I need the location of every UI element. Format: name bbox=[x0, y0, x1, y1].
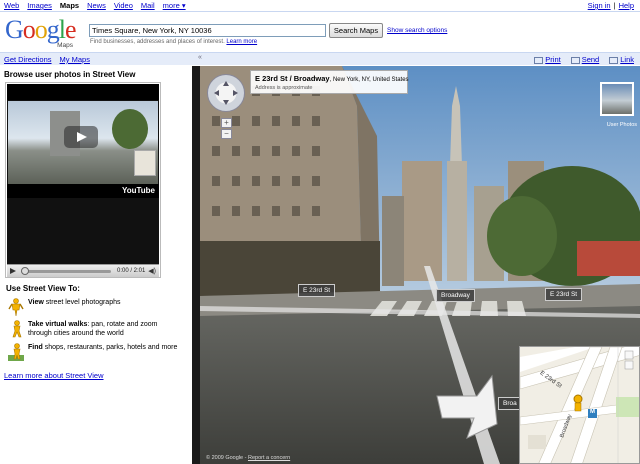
video-player: YouTube 0:00 / 2:01 ◀) bbox=[5, 82, 161, 278]
feature-view-bold: View bbox=[28, 299, 44, 306]
use-street-view-heading: Use Street View To: bbox=[6, 284, 80, 293]
subway-icon: M bbox=[590, 409, 595, 415]
link-link[interactable]: Link bbox=[620, 55, 634, 64]
zoom-out-button[interactable]: − bbox=[221, 129, 232, 139]
volume-icon[interactable]: ◀) bbox=[148, 267, 156, 275]
google-logo-word: Google bbox=[5, 15, 77, 44]
search-maps-button[interactable]: Search Maps bbox=[329, 23, 383, 38]
video-logo-bar: YouTube bbox=[7, 184, 159, 198]
feature-find-bold: Find bbox=[28, 344, 43, 351]
feature-view-text: street level photographs bbox=[43, 299, 121, 306]
nav-web-link[interactable]: Web bbox=[4, 1, 19, 10]
address-note: Address is approximate bbox=[255, 85, 313, 91]
google-maps-logo[interactable]: Google Maps bbox=[5, 17, 83, 51]
print-link[interactable]: Print bbox=[545, 55, 560, 64]
street-label-broadway[interactable]: Broadway bbox=[436, 289, 475, 302]
street-label-e23rd-right[interactable]: E 23rd St bbox=[545, 288, 583, 301]
feature-find-text: shops, restaurants, parks, hotels and mo… bbox=[42, 344, 178, 351]
nav-video-link[interactable]: Video bbox=[114, 1, 133, 10]
send-link[interactable]: Send bbox=[582, 55, 600, 64]
minimap-graphic bbox=[520, 347, 639, 463]
pegman-find-icon bbox=[8, 343, 24, 361]
report-concern-link[interactable]: Report a concern bbox=[248, 455, 290, 461]
maps-toolbar: Get Directions My Maps Print Send Link bbox=[0, 52, 640, 65]
play-overlay-icon[interactable] bbox=[64, 126, 98, 148]
pan-control-ring[interactable] bbox=[207, 74, 245, 112]
service-links: Web Images Maps News Video Mail more ▾ bbox=[4, 1, 186, 10]
video-scrubber-handle[interactable] bbox=[21, 267, 29, 275]
header: Google Maps Search Maps Show search opti… bbox=[0, 12, 640, 52]
street-view-panorama[interactable]: + − E 23rd St / Broadway, New York, NY, … bbox=[192, 66, 640, 464]
video-screen[interactable]: YouTube bbox=[7, 84, 159, 264]
pegman-walk-icon bbox=[12, 320, 22, 338]
nav-more-menu[interactable]: more ▾ bbox=[163, 1, 186, 10]
send-icon bbox=[570, 56, 580, 64]
search-input[interactable] bbox=[89, 24, 326, 37]
address-city: , New York, NY, United States bbox=[329, 77, 409, 83]
user-photos-thumbnail[interactable] bbox=[600, 82, 634, 116]
video-tree bbox=[112, 109, 148, 149]
video-progress-track[interactable] bbox=[21, 270, 111, 273]
help-link[interactable]: Help bbox=[619, 1, 634, 10]
sidebar-title: Browse user photos in Street View bbox=[4, 70, 136, 79]
address-main: E 23rd St / Broadway bbox=[255, 74, 330, 83]
nav-images-link[interactable]: Images bbox=[27, 1, 52, 10]
nav-mail-link[interactable]: Mail bbox=[141, 1, 155, 10]
top-nav-bar: Web Images Maps News Video Mail more ▾ S… bbox=[0, 0, 640, 12]
feature-walk-bold: Take virtual walks bbox=[28, 321, 88, 328]
search-hint-text: Find businesses, addresses and places of… bbox=[90, 39, 225, 45]
video-controls: 0:00 / 2:01 ◀) bbox=[7, 264, 159, 277]
sidebar: Browse user photos in Street View YouTub… bbox=[0, 66, 192, 464]
sign-in-link[interactable]: Sign in bbox=[588, 1, 611, 10]
learn-more-street-view-link[interactable]: Learn more about Street View bbox=[4, 371, 104, 380]
user-photos-label: User Photos bbox=[606, 122, 637, 128]
learn-more-link[interactable]: Learn more bbox=[226, 39, 257, 45]
my-maps-link[interactable]: My Maps bbox=[60, 55, 90, 64]
address-line: E 23rd St / Broadway, New York, NY, Unit… bbox=[255, 74, 409, 83]
youtube-logo[interactable]: YouTube bbox=[122, 186, 155, 195]
video-time: 0:00 / 2:01 bbox=[117, 268, 146, 274]
account-separator: | bbox=[613, 1, 616, 10]
panorama-left-edge bbox=[192, 66, 200, 464]
video-minimap bbox=[134, 150, 156, 176]
nav-maps-current: Maps bbox=[59, 1, 80, 10]
nav-news-link[interactable]: News bbox=[87, 1, 106, 10]
copyright-notice: © 2009 Google - Report a concern bbox=[206, 455, 291, 461]
search-hint: Find businesses, addresses and places of… bbox=[90, 39, 257, 45]
collapse-sidebar-button[interactable]: « bbox=[198, 54, 210, 63]
video-letterbox-top bbox=[7, 84, 159, 100]
street-view-minimap[interactable]: E 23rd St Broadway M bbox=[519, 346, 640, 464]
copyright-text: © 2009 Google bbox=[206, 455, 244, 461]
street-label-e23rd-left[interactable]: E 23rd St bbox=[298, 284, 336, 297]
play-icon[interactable] bbox=[10, 268, 16, 274]
logo-maps-label: Maps bbox=[57, 42, 73, 49]
show-search-options-link[interactable]: Show search options bbox=[387, 27, 447, 34]
account-links: Sign in | Help bbox=[588, 1, 634, 10]
address-bubble: E 23rd St / Broadway, New York, NY, Unit… bbox=[250, 70, 409, 94]
compass-arrows-icon bbox=[214, 81, 238, 105]
link-icon bbox=[609, 56, 619, 64]
zoom-in-button[interactable]: + bbox=[221, 118, 232, 128]
print-icon bbox=[534, 56, 544, 64]
get-directions-link[interactable]: Get Directions bbox=[4, 55, 52, 64]
pegman-icon bbox=[8, 298, 24, 316]
